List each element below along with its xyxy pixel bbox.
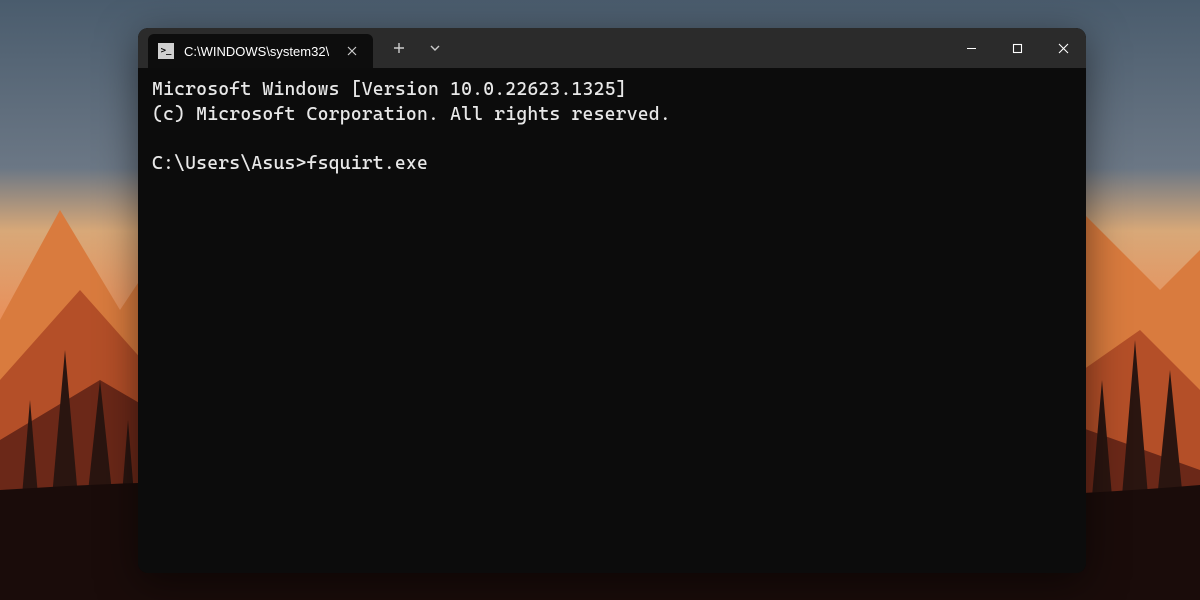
terminal-window: C:\WINDOWS\system32\ Micros bbox=[138, 28, 1086, 573]
prompt-path: C:\Users\Asus> bbox=[152, 153, 307, 174]
minimize-button[interactable] bbox=[948, 28, 994, 68]
tab-title: C:\WINDOWS\system32\ bbox=[184, 44, 329, 59]
window-controls bbox=[948, 28, 1086, 68]
tab-dropdown-button[interactable] bbox=[417, 28, 453, 68]
title-bar[interactable]: C:\WINDOWS\system32\ bbox=[138, 28, 1086, 68]
close-window-button[interactable] bbox=[1040, 28, 1086, 68]
prompt-line: C:\Users\Asus>fsquirt.exe bbox=[152, 152, 1072, 177]
output-line: Microsoft Windows [Version 10.0.22623.13… bbox=[152, 78, 1072, 103]
command-input[interactable]: fsquirt.exe bbox=[307, 153, 428, 174]
new-tab-button[interactable] bbox=[381, 28, 417, 68]
cmd-icon bbox=[158, 43, 174, 59]
tabbar-actions bbox=[381, 28, 453, 68]
maximize-button[interactable] bbox=[994, 28, 1040, 68]
output-line: (c) Microsoft Corporation. All rights re… bbox=[152, 103, 1072, 128]
active-tab[interactable]: C:\WINDOWS\system32\ bbox=[148, 34, 373, 68]
close-tab-button[interactable] bbox=[343, 42, 361, 60]
terminal-body[interactable]: Microsoft Windows [Version 10.0.22623.13… bbox=[138, 68, 1086, 573]
